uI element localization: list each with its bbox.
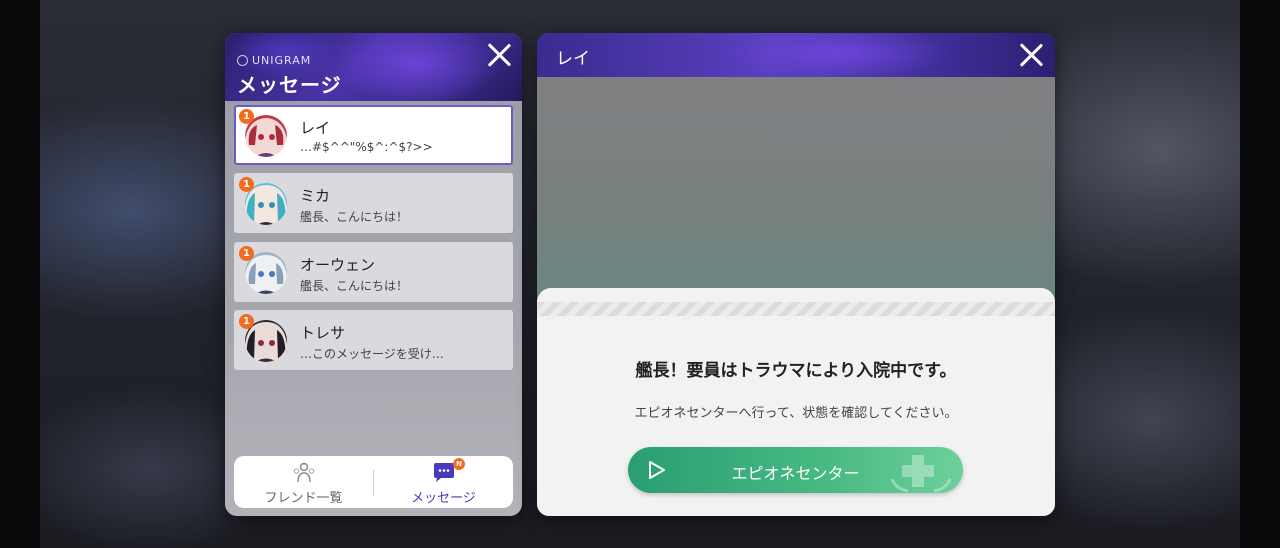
letterbox-right (1240, 0, 1280, 548)
epione-center-button[interactable]: エピオネセンター (628, 447, 963, 493)
messages-panel-header: UNIGRAM メッセージ (225, 33, 522, 101)
close-icon[interactable] (485, 41, 513, 69)
conversation-name: オーウェン (300, 256, 376, 274)
chat-area (537, 77, 1055, 292)
conversation-item-rei[interactable]: 1 レイ …#$^^"%$^:^$?>> (234, 105, 513, 165)
close-icon[interactable] (1017, 41, 1045, 69)
tab-messages-label: メッセージ (411, 491, 476, 506)
brand-logo: UNIGRAM (237, 53, 311, 67)
notice-stripe (537, 302, 1055, 316)
friends-icon (293, 462, 315, 483)
conversation-preview: …このメッセージを受け… (300, 347, 444, 361)
conversation-item-toresa[interactable]: 1 トレサ …このメッセージを受け… (234, 310, 513, 370)
tab-messages[interactable]: N メッセージ (374, 456, 513, 508)
tab-friends-label: フレンド一覧 (264, 491, 343, 506)
new-badge: N (453, 458, 465, 470)
conversation-name: ミカ (300, 187, 331, 205)
hospitalized-notice: 艦長！要員はトラウマにより入院中です。 エピオネセンターへ行って、状態を確認して… (537, 288, 1055, 516)
unread-badge: 1 (239, 177, 254, 192)
notice-title: 艦長！要員はトラウマにより入院中です。 (635, 361, 957, 381)
letterbox-left (0, 0, 40, 548)
conversation-name: トレサ (300, 324, 346, 342)
conversation-preview: 艦長、こんにちは！ (300, 279, 409, 293)
unread-badge: 1 (239, 246, 254, 261)
notice-text: エピオネセンターへ行って、状態を確認してください。 (634, 406, 958, 421)
conversation-preview: …#$^^"%$^:^$?>> (300, 140, 433, 154)
messages-panel: UNIGRAM メッセージ 1 レイ …#$^^"%$^:^$?>> 1 ミカ … (225, 33, 522, 516)
epione-center-button-label: エピオネセンター (731, 464, 860, 483)
conversation-name: レイ (300, 119, 331, 137)
unigram-logo-icon (237, 54, 248, 66)
messages-panel-tabbar: フレンド一覧 N メッセージ (234, 456, 513, 508)
conversation-item-owen[interactable]: 1 オーウェン 艦長、こんにちは！ (234, 242, 513, 302)
chat-panel-header: レイ (537, 33, 1055, 77)
conversation-preview: 艦長、こんにちは！ (300, 210, 409, 224)
unread-badge: 1 (239, 109, 254, 124)
tab-friends[interactable]: フレンド一覧 (234, 456, 373, 508)
messages-panel-title: メッセージ (237, 73, 342, 97)
brand-name: UNIGRAM (252, 53, 312, 67)
chat-panel: レイ 艦長！要員はトラウマにより入院中です。 エピオネセンターへ行って、状態を確… (537, 33, 1055, 516)
unread-badge: 1 (239, 314, 254, 329)
chat-panel-title: レイ (556, 49, 590, 69)
conversation-item-mika[interactable]: 1 ミカ 艦長、こんにちは！ (234, 173, 513, 233)
